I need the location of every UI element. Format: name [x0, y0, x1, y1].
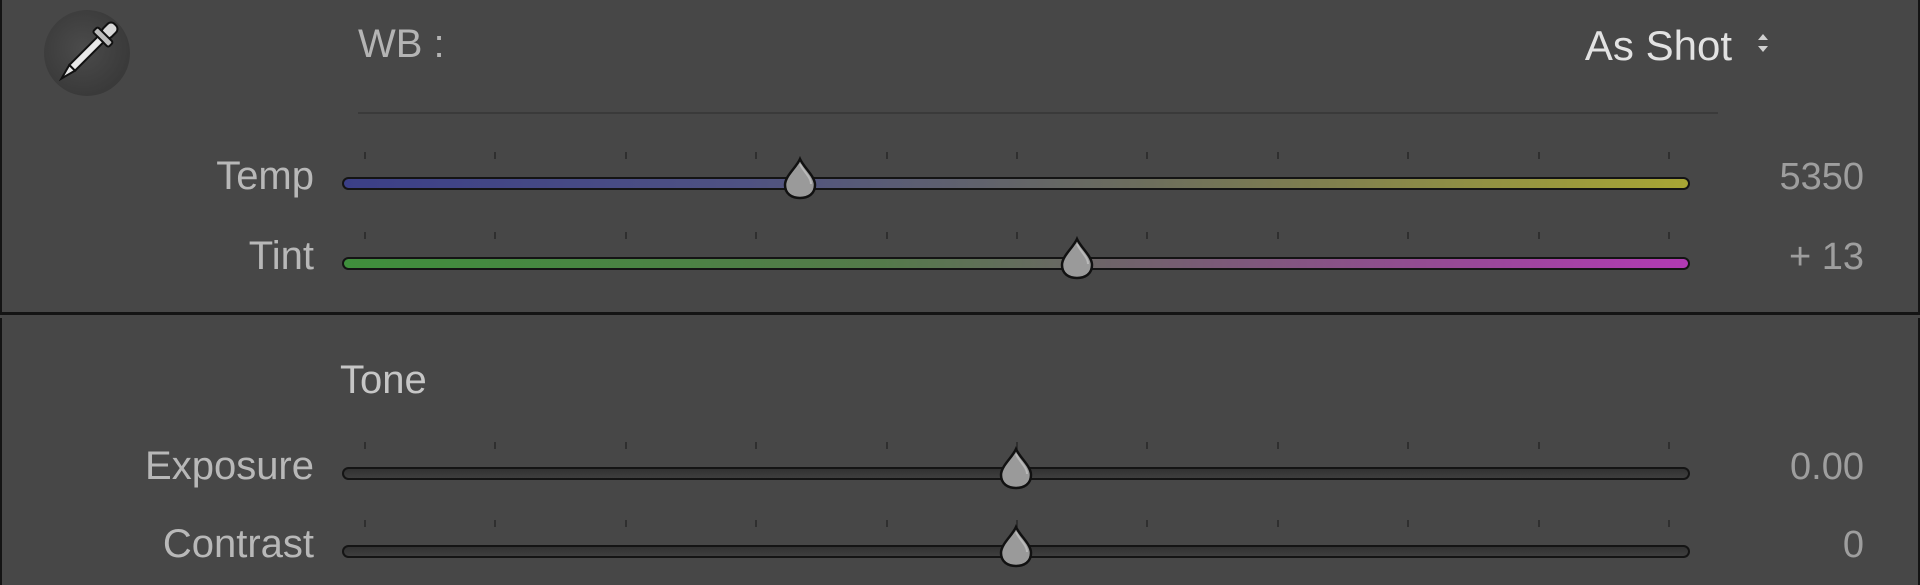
- temp-value[interactable]: 5350: [1779, 156, 1864, 199]
- slider-tick: [364, 520, 366, 527]
- slider-tick: [1016, 152, 1018, 159]
- slider-tick: [1276, 232, 1279, 239]
- tint-slider-thumb[interactable]: [1057, 236, 1097, 282]
- slider-tick: [1668, 152, 1670, 159]
- wb-label: WB :: [358, 22, 445, 66]
- slider-tick: [755, 232, 758, 239]
- contrast-slider-thumb[interactable]: [996, 524, 1036, 570]
- slider-tick: [885, 232, 888, 239]
- white-balance-panel: WB : As Shot Temp 5350 Tint + 13: [0, 0, 1920, 315]
- slider-tick: [364, 442, 366, 449]
- contrast-value[interactable]: 0: [1843, 524, 1864, 567]
- slider-tick: [494, 520, 497, 527]
- slider-tick: [1407, 442, 1410, 449]
- temp-label[interactable]: Temp: [216, 154, 314, 199]
- slider-tick: [364, 152, 366, 159]
- white-balance-selector-button[interactable]: [44, 10, 130, 96]
- slider-tick: [364, 232, 366, 239]
- exposure-slider[interactable]: [342, 440, 1690, 500]
- tint-label[interactable]: Tint: [249, 234, 314, 279]
- slider-tick: [885, 442, 888, 449]
- slider-tick: [755, 442, 758, 449]
- slider-tick: [1407, 152, 1410, 159]
- slider-tick: [494, 442, 497, 449]
- wb-preset-dropdown[interactable]: As Shot: [1562, 20, 1782, 74]
- contrast-row: Contrast 0: [2, 514, 1920, 574]
- slider-tick: [624, 232, 627, 239]
- slider-tick: [1146, 232, 1149, 239]
- temp-slider-thumb[interactable]: [780, 156, 820, 202]
- slider-tick: [1146, 520, 1149, 527]
- tone-section-title: Tone: [340, 358, 427, 402]
- slider-tick: [624, 152, 627, 159]
- slider-tick: [494, 232, 497, 239]
- eyedropper-icon: [58, 21, 119, 82]
- exposure-value[interactable]: 0.00: [1790, 446, 1864, 489]
- slider-tick: [1276, 520, 1279, 527]
- slider-tick: [624, 442, 627, 449]
- slider-tick: [1016, 232, 1018, 239]
- slider-tick: [1668, 442, 1670, 449]
- slider-tick: [494, 152, 497, 159]
- contrast-slider[interactable]: [342, 518, 1690, 578]
- tint-slider-track[interactable]: [342, 257, 1690, 270]
- temp-row: Temp 5350: [2, 146, 1920, 206]
- slider-tick: [885, 520, 888, 527]
- slider-tick: [885, 152, 888, 159]
- slider-tick: [624, 520, 627, 527]
- slider-tick: [1537, 152, 1540, 159]
- tone-panel: Tone Exposure 0.00 Contrast 0: [0, 318, 1920, 585]
- tint-value[interactable]: + 13: [1789, 236, 1864, 279]
- slider-tick: [1407, 232, 1410, 239]
- temp-slider[interactable]: [342, 150, 1690, 210]
- slider-tick: [1146, 442, 1149, 449]
- slider-tick: [1537, 442, 1540, 449]
- temp-slider-track[interactable]: [342, 177, 1690, 190]
- wb-divider: [358, 112, 1718, 114]
- slider-tick: [1146, 152, 1149, 159]
- up-down-arrows-icon: [1758, 34, 1768, 52]
- slider-tick: [1668, 520, 1670, 527]
- slider-tick: [1276, 152, 1279, 159]
- slider-tick: [1276, 442, 1279, 449]
- slider-tick: [755, 520, 758, 527]
- exposure-row: Exposure 0.00: [2, 436, 1920, 496]
- slider-tick: [1537, 232, 1540, 239]
- exposure-slider-thumb[interactable]: [996, 446, 1036, 492]
- tint-slider[interactable]: [342, 230, 1690, 290]
- slider-tick: [1407, 520, 1410, 527]
- slider-tick: [1668, 232, 1670, 239]
- exposure-label[interactable]: Exposure: [145, 444, 314, 489]
- contrast-label[interactable]: Contrast: [163, 522, 314, 567]
- wb-preset-value: As Shot: [1584, 22, 1732, 69]
- slider-tick: [1537, 520, 1540, 527]
- slider-tick: [755, 152, 758, 159]
- tint-row: Tint + 13: [2, 226, 1920, 286]
